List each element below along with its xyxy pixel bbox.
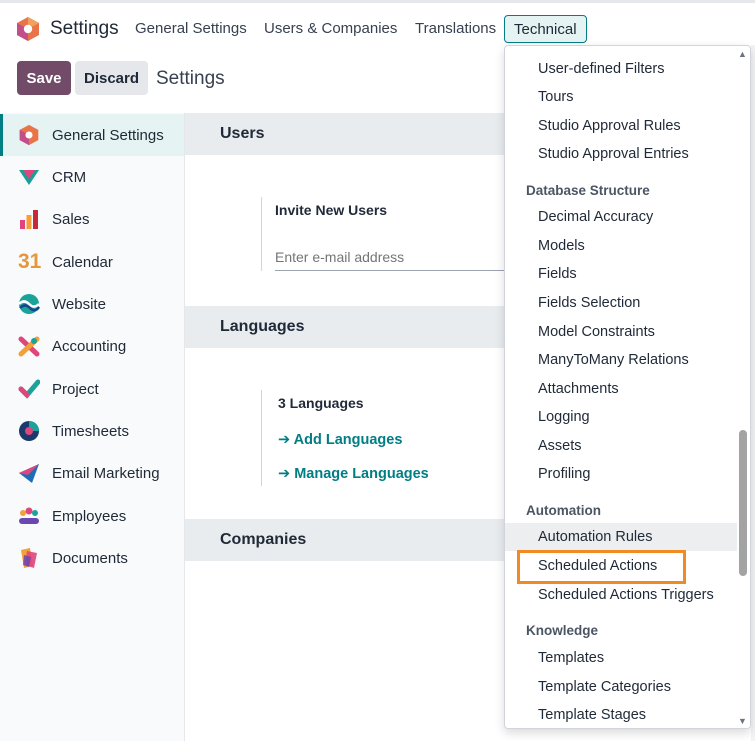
menu-group-header-knowledge: Knowledge (526, 623, 599, 638)
sidebar-item-label: Email Marketing (52, 464, 160, 482)
sidebar-item-sales[interactable]: Sales (0, 198, 184, 240)
sidebar-item-label: Sales (52, 210, 90, 228)
invite-users-label: Invite New Users (275, 202, 388, 218)
sidebar-item-label: Project (52, 380, 99, 398)
menu-item-assets[interactable]: Assets (505, 432, 737, 460)
menu-item-template-stages[interactable]: Template Stages (505, 701, 737, 728)
menu-item-many2many-relations[interactable]: ManyToMany Relations (505, 346, 737, 374)
manage-languages-label: Manage Languages (294, 466, 429, 482)
sidebar-item-label: Timesheets (52, 422, 129, 440)
sidebar-item-label: Calendar (52, 253, 113, 271)
documents-icon (21, 548, 37, 568)
settings-app-logo-icon[interactable] (16, 16, 40, 42)
sidebar-item-timesheets[interactable]: Timesheets (0, 410, 184, 452)
sidebar-item-accounting[interactable]: Accounting (0, 325, 184, 367)
email-field-wrapper (275, 241, 515, 271)
sidebar-item-calendar[interactable]: 31 Calendar (0, 241, 184, 283)
section-title: Languages (220, 318, 305, 335)
save-button[interactable]: Save (17, 61, 71, 95)
employees-icon (19, 507, 39, 524)
section-title: Users (220, 125, 265, 142)
scroll-up-arrow-icon[interactable]: ▲ (738, 49, 747, 59)
technical-dropdown-menu: User-defined Filters Tours Studio Approv… (504, 45, 751, 729)
sidebar-item-label: CRM (52, 168, 87, 186)
sidebar-item-label: Website (52, 295, 106, 313)
sidebar-item-email-marketing[interactable]: Email Marketing (0, 452, 184, 494)
accounting-icon (18, 336, 40, 357)
timesheets-icon (19, 421, 39, 441)
menu-item-logging[interactable]: Logging (505, 403, 737, 431)
menu-translations[interactable]: Translations (415, 20, 496, 37)
menu-item-studio-approval-entries[interactable]: Studio Approval Entries (505, 140, 737, 168)
divider (261, 390, 262, 486)
menu-item-fields[interactable]: Fields (505, 260, 737, 288)
sidebar-item-label: Employees (52, 507, 127, 525)
settings-sidebar: General Settings CRM Sales 31 Calendar W… (0, 113, 185, 741)
calendar-icon: 31 (18, 250, 42, 273)
menu-item-fields-selection[interactable]: Fields Selection (505, 289, 737, 317)
menu-item-user-defined-filters[interactable]: User-defined Filters (505, 55, 737, 83)
sidebar-item-website[interactable]: Website (0, 283, 184, 325)
menu-users-companies[interactable]: Users & Companies (264, 20, 397, 37)
menu-item-decimal-accuracy[interactable]: Decimal Accuracy (505, 203, 737, 231)
menu-item-profiling[interactable]: Profiling (505, 460, 737, 488)
breadcrumb: Settings (156, 68, 225, 89)
menu-item-models[interactable]: Models (505, 232, 737, 260)
page-scroll-rail (751, 45, 755, 741)
menu-item-templates[interactable]: Templates (505, 644, 737, 672)
scroll-down-arrow-icon[interactable]: ▼ (738, 716, 747, 726)
menu-item-template-categories[interactable]: Template Categories (505, 673, 737, 701)
menu-item-attachments[interactable]: Attachments (505, 375, 737, 403)
menu-group-header-automation: Automation (526, 503, 601, 518)
manage-languages-link[interactable]: ➔ Manage Languages (278, 466, 429, 482)
sidebar-item-crm[interactable]: CRM (0, 156, 184, 198)
top-border (0, 0, 755, 3)
divider (261, 197, 262, 271)
menu-general-settings[interactable]: General Settings (135, 20, 247, 37)
menu-group-header-database-structure: Database Structure (526, 183, 650, 198)
email-marketing-icon (19, 464, 39, 483)
settings-icon (19, 124, 39, 146)
add-languages-label: Add Languages (293, 432, 403, 448)
add-languages-link[interactable]: ➔ Add Languages (278, 432, 402, 448)
menu-item-model-constraints[interactable]: Model Constraints (505, 318, 737, 346)
menu-item-tours[interactable]: Tours (505, 83, 737, 111)
dropdown-scrollbar[interactable] (737, 46, 750, 728)
dropdown-scroll-thumb[interactable] (739, 430, 747, 576)
sidebar-item-employees[interactable]: Employees (0, 495, 184, 537)
menu-item-automation-rules[interactable]: Automation Rules (505, 523, 737, 551)
sidebar-item-documents[interactable]: Documents (0, 537, 184, 579)
crm-icon (19, 170, 39, 185)
project-icon (18, 379, 40, 399)
highlight-box (517, 550, 686, 584)
discard-button[interactable]: Discard (75, 61, 148, 95)
email-field[interactable] (275, 241, 515, 265)
section-title: Companies (220, 531, 307, 548)
languages-count: 3 Languages (278, 395, 364, 411)
website-icon (18, 294, 40, 314)
sidebar-item-label: Documents (52, 549, 128, 567)
menu-item-scheduled-actions-triggers[interactable]: Scheduled Actions Triggers (505, 581, 737, 609)
app-title[interactable]: Settings (50, 18, 119, 40)
sidebar-item-label: Accounting (52, 337, 127, 355)
sales-icon (20, 210, 38, 229)
menu-technical[interactable]: Technical (504, 15, 587, 43)
menu-item-studio-approval-rules[interactable]: Studio Approval Rules (505, 112, 737, 140)
sidebar-item-label: General Settings (52, 126, 164, 144)
sidebar-item-general-settings[interactable]: General Settings (0, 114, 184, 156)
sidebar-item-project[interactable]: Project (0, 368, 184, 410)
